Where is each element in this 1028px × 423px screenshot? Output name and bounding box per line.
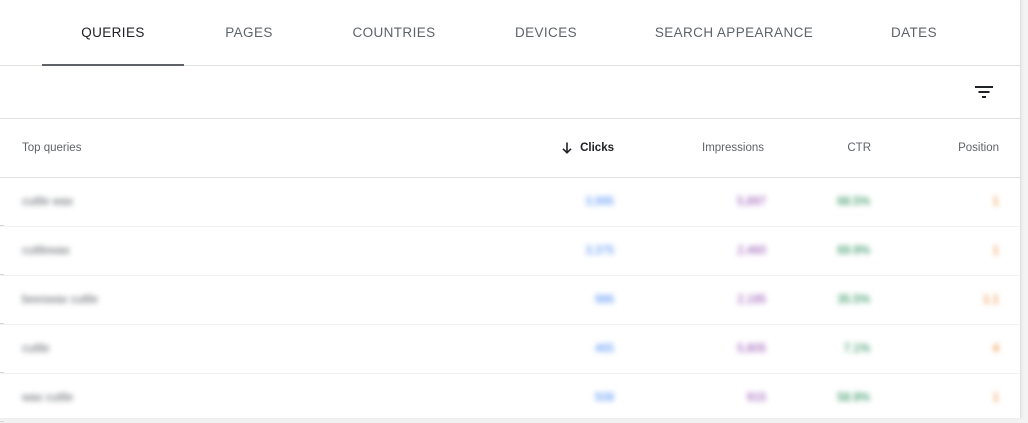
column-header-label: Impressions bbox=[702, 142, 764, 154]
position-cell: 1 bbox=[992, 392, 999, 404]
impressions-cell: 5,897 bbox=[737, 196, 766, 208]
performance-report-card: QUERIES PAGES COUNTRIES DEVICES SEARCH A… bbox=[0, 0, 1021, 423]
column-header-ctr[interactable]: CTR bbox=[780, 119, 871, 177]
ctr-cell: 69.9% bbox=[837, 245, 870, 257]
table-row[interactable]: cuttle wax 3,995 5,897 68.5% 1 bbox=[0, 178, 1020, 227]
impressions-cell: 2,460 bbox=[737, 245, 766, 257]
column-header-clicks[interactable]: Clicks bbox=[480, 119, 614, 177]
table-row[interactable]: cuttlewax 3,375 2,460 69.9% 1 bbox=[0, 227, 1020, 276]
column-header-position[interactable]: Position bbox=[900, 119, 999, 177]
tab-pages[interactable]: PAGES bbox=[200, 0, 298, 65]
column-header-label: Top queries bbox=[22, 142, 82, 154]
column-header-label: Position bbox=[958, 142, 999, 154]
tab-dates[interactable]: DATES bbox=[874, 0, 954, 65]
tab-label: PAGES bbox=[225, 25, 273, 40]
query-cell: cuttle bbox=[22, 343, 50, 355]
ctr-cell: 35.5% bbox=[837, 294, 870, 306]
clicks-cell: 986 bbox=[594, 294, 614, 306]
table-row[interactable]: beeswax cuttle 986 2,185 35.5% 1.1 bbox=[0, 276, 1020, 325]
tab-search-appearance[interactable]: SEARCH APPEARANCE bbox=[640, 0, 828, 65]
tab-label: COUNTRIES bbox=[352, 25, 436, 40]
impressions-cell: 5,805 bbox=[737, 343, 766, 355]
clicks-cell: 465 bbox=[594, 343, 614, 355]
tab-label: SEARCH APPEARANCE bbox=[654, 25, 814, 40]
filter-list-icon bbox=[975, 86, 993, 98]
table-toolbar bbox=[0, 66, 1020, 119]
position-cell: 4 bbox=[992, 343, 999, 355]
tab-devices[interactable]: DEVICES bbox=[500, 0, 592, 65]
position-cell: 1 bbox=[992, 196, 999, 208]
column-header-label: Clicks bbox=[580, 142, 614, 154]
tab-label: DATES bbox=[890, 25, 937, 40]
table-row[interactable]: wax cuttle 508 915 58.9% 1 bbox=[0, 374, 1020, 423]
query-cell: cuttlewax bbox=[22, 245, 70, 257]
table-body: cuttle wax 3,995 5,897 68.5% 1 cuttlewax… bbox=[0, 178, 1020, 423]
query-cell: cuttle wax bbox=[22, 196, 74, 208]
arrow-down-icon bbox=[562, 142, 572, 154]
tab-label: QUERIES bbox=[81, 25, 145, 40]
query-cell: wax cuttle bbox=[22, 392, 74, 404]
tab-queries[interactable]: QUERIES bbox=[42, 0, 184, 66]
column-header-query: Top queries bbox=[22, 119, 322, 177]
table-header: Top queries Clicks Impressions CTR Posit… bbox=[0, 119, 1020, 178]
filter-button[interactable] bbox=[968, 76, 1000, 108]
position-cell: 1.1 bbox=[983, 294, 999, 306]
query-cell: beeswax cuttle bbox=[22, 294, 99, 306]
impressions-cell: 915 bbox=[746, 392, 766, 404]
tab-label: DEVICES bbox=[514, 25, 578, 40]
position-cell: 1 bbox=[992, 245, 999, 257]
tab-countries[interactable]: COUNTRIES bbox=[340, 0, 448, 65]
clicks-cell: 508 bbox=[594, 392, 614, 404]
report-tabs: QUERIES PAGES COUNTRIES DEVICES SEARCH A… bbox=[0, 0, 1020, 66]
clicks-cell: 3,375 bbox=[585, 245, 614, 257]
ctr-cell: 7.1% bbox=[843, 343, 870, 355]
column-header-label: CTR bbox=[847, 142, 871, 154]
impressions-cell: 2,185 bbox=[737, 294, 766, 306]
table-row[interactable]: cuttle 465 5,805 7.1% 4 bbox=[0, 325, 1020, 374]
ctr-cell: 68.5% bbox=[837, 196, 870, 208]
clicks-cell: 3,995 bbox=[585, 196, 614, 208]
column-header-impressions[interactable]: Impressions bbox=[620, 119, 764, 177]
ctr-cell: 58.9% bbox=[837, 392, 870, 404]
